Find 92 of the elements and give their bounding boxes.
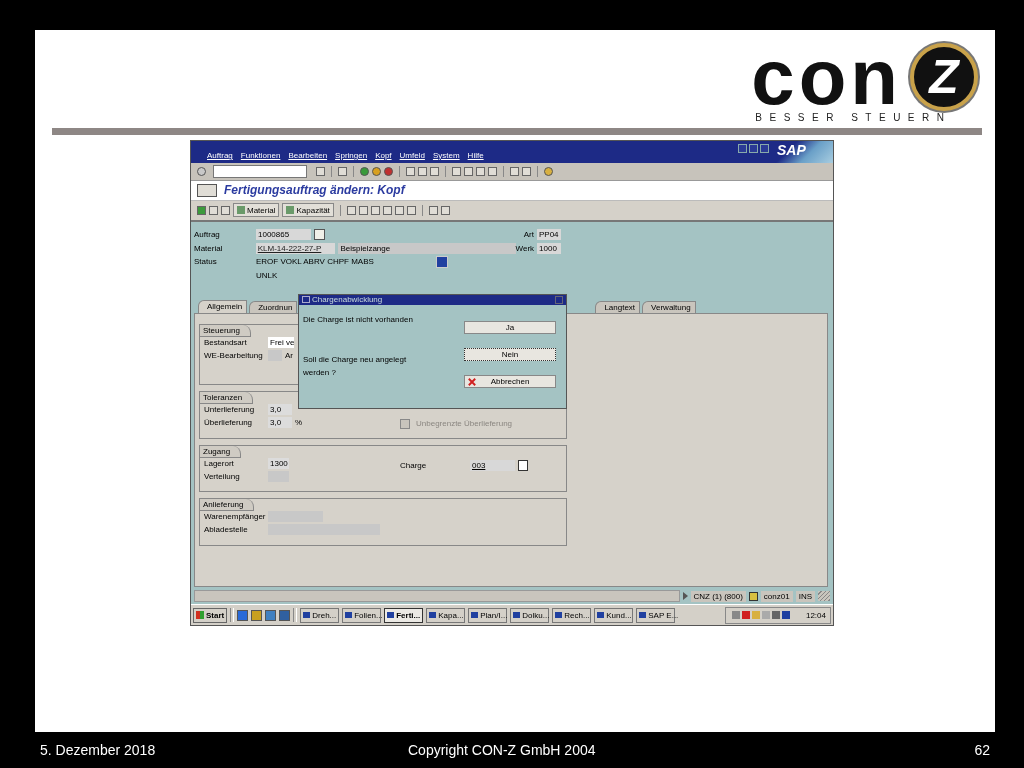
- order-field[interactable]: 1000865: [256, 229, 311, 240]
- taskbar-button[interactable]: Ferti...: [384, 607, 424, 623]
- field-label: Abladestelle: [203, 524, 249, 534]
- close-icon[interactable]: [760, 144, 769, 153]
- start-button[interactable]: Start: [193, 607, 228, 623]
- sap-logo: SAP: [776, 141, 806, 159]
- input-field[interactable]: 3,0: [268, 403, 292, 415]
- logo-tagline: BESSER STEUERN: [754, 112, 952, 123]
- system-info: CNZ (1) (800): [690, 590, 746, 602]
- menu-item[interactable]: Auftrag: [203, 151, 237, 160]
- unit-label: %: [295, 417, 303, 427]
- exit-icon[interactable]: [372, 166, 381, 176]
- field-label: Material: [194, 243, 224, 253]
- taskbar-button[interactable]: SAP E...: [636, 607, 676, 623]
- tab[interactable]: Allgemein: [198, 299, 248, 313]
- group-title: Anlieferung: [200, 498, 255, 511]
- maximize-icon[interactable]: [749, 144, 758, 153]
- minimize-icon[interactable]: [738, 144, 747, 153]
- checkbox-label: Unbegrenzte Überlieferung: [416, 419, 513, 429]
- taskbar-button[interactable]: Kund...: [594, 607, 634, 623]
- dialog-message: Die Charge ist nicht vorhanden: [303, 313, 414, 326]
- field-label: Art: [523, 230, 535, 239]
- dialog-button[interactable]: Abbrechen: [464, 374, 556, 388]
- footer-date: 5. Dezember 2018: [40, 742, 157, 758]
- field-label: Unterlieferung: [203, 404, 256, 414]
- field-label: Werk: [515, 243, 536, 253]
- insert-mode: INS: [795, 590, 815, 602]
- batch-field[interactable]: 003: [470, 459, 515, 471]
- group-title: Steuerung: [200, 324, 251, 337]
- taskbar-button[interactable]: Dolku...: [510, 607, 550, 623]
- field-label: Bestandsart: [203, 337, 248, 347]
- material-field[interactable]: KLM-14-222-27-P: [255, 242, 336, 254]
- release-icon[interactable]: [197, 205, 206, 215]
- logo-wordmark: con: [751, 47, 902, 107]
- field-label: Status: [194, 257, 218, 266]
- menu-item[interactable]: Springen: [331, 151, 372, 160]
- group-title: Zugang: [200, 445, 242, 458]
- field-label: Auftrag: [194, 230, 221, 239]
- resize-grip[interactable]: [818, 591, 830, 602]
- tab[interactable]: Langtext: [595, 300, 641, 313]
- menu-item[interactable]: Hilfe: [463, 151, 488, 160]
- toolbar-button[interactable]: Kapazität: [282, 203, 334, 218]
- menu-item[interactable]: System: [428, 151, 464, 160]
- window-icon: [302, 296, 310, 304]
- dialog-button[interactable]: Nein: [464, 347, 556, 361]
- field-label: Lagerort: [203, 458, 235, 468]
- clock: 12:04: [805, 610, 826, 620]
- plant-field[interactable]: 1000: [537, 242, 561, 254]
- status-text: EROF VOKL ABRV CHPF MABS: [256, 257, 375, 266]
- dialog-title: Chargenabwicklung: [312, 294, 384, 305]
- logo-emblem: Z: [910, 43, 978, 111]
- input-field[interactable]: [268, 349, 282, 361]
- field-label: Verteilung: [203, 471, 241, 481]
- taskbar-button[interactable]: Plan/I...: [468, 607, 508, 623]
- cancel-icon[interactable]: [384, 166, 393, 176]
- command-field[interactable]: [213, 164, 307, 178]
- status-text: UNLK: [256, 270, 279, 280]
- tab[interactable]: Verwaltung: [642, 300, 696, 313]
- type-field[interactable]: PP04: [537, 229, 561, 240]
- toolbar-button[interactable]: Material: [233, 203, 280, 218]
- dialog-button[interactable]: Ja: [464, 320, 556, 334]
- field-text: Ar: [285, 350, 293, 360]
- menu-item[interactable]: Kopf: [371, 151, 396, 160]
- server-icon: [748, 591, 758, 601]
- taskbar-button[interactable]: Rech...: [552, 607, 592, 623]
- back-icon[interactable]: [360, 166, 369, 176]
- input-field[interactable]: Frei ve: [268, 336, 294, 348]
- check-icon[interactable]: [197, 166, 206, 176]
- field-label: Warenempfänger: [203, 511, 267, 521]
- menu-item[interactable]: Bearbeiten: [284, 151, 332, 160]
- group-title: Toleranzen: [200, 391, 254, 404]
- taskbar-button[interactable]: Kapa...: [426, 607, 466, 623]
- input-field[interactable]: 1300: [268, 457, 289, 469]
- taskbar-button[interactable]: Dreh...: [300, 607, 340, 623]
- tab[interactable]: Zuordnun: [249, 300, 298, 313]
- field-label: Charge: [400, 460, 428, 470]
- menu-item[interactable]: Funktionen: [236, 151, 285, 160]
- info-icon[interactable]: [436, 255, 448, 268]
- help-icon[interactable]: [544, 166, 553, 176]
- cancel-icon: [468, 377, 476, 386]
- close-icon[interactable]: [555, 295, 563, 304]
- field-label: Überlieferung: [203, 417, 254, 427]
- material-description: Beispielzange: [338, 242, 516, 254]
- page-number: 62: [974, 742, 990, 758]
- field-label: WE-Bearbeitung: [203, 350, 264, 360]
- user-info: conz01: [760, 590, 793, 602]
- footer-copyright: Copyright CON-Z GmbH 2004: [407, 742, 597, 758]
- dialog-message: Soll die Charge neu angelegt werden ?: [303, 353, 408, 379]
- taskbar-button[interactable]: Folien...: [342, 607, 382, 623]
- input-field[interactable]: 3,0: [268, 416, 292, 428]
- screen-title: Fertigungsauftrag ändern: Kopf: [224, 183, 405, 198]
- menu-item[interactable]: Umfeld: [395, 151, 429, 160]
